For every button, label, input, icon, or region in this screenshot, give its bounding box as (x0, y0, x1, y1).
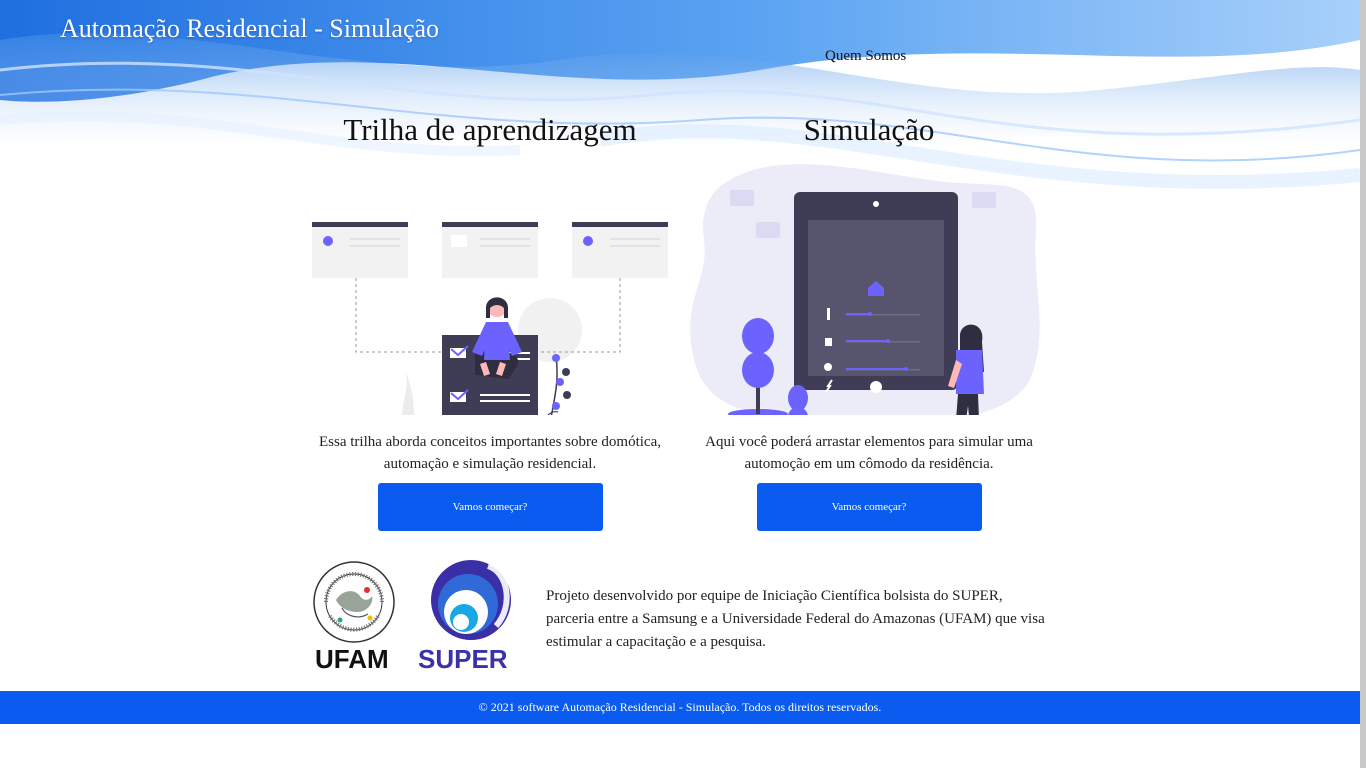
card-title: Trilha de aprendizagem (343, 112, 637, 147)
card-title: Simulação (803, 112, 935, 147)
card-description: Aqui você poderá arrastar elementos para… (705, 434, 1033, 472)
simulation-illustration (690, 164, 1040, 415)
start-simulation-button[interactable]: Vamos começar? (756, 483, 982, 531)
super-wordmark: SUPER (418, 644, 508, 674)
site-title: Automação Residencial - Simulação (60, 14, 440, 43)
ufam-seal-logo (313, 561, 395, 643)
card-description: Essa trilha aborda conceitos importantes… (319, 434, 661, 472)
nav-link-quem-somos[interactable]: Quem Somos (825, 48, 906, 65)
start-learning-path-button[interactable]: Vamos começar? (377, 483, 603, 531)
card-simulation: Simulação Aqui você poderá arrastar elem… (690, 110, 1048, 531)
page-scrollbar[interactable] (1360, 0, 1366, 768)
card-learning-path: Trilha de aprendizagem Essa trilha abord… (310, 110, 670, 531)
project-description: Projeto desenvolvido por equipe de Inici… (546, 588, 1045, 650)
partner-logos: UFAM SUPER (310, 558, 530, 676)
learning-path-illustration (312, 222, 668, 415)
footer: © 2021 software Automação Residencial - … (0, 691, 1360, 724)
super-logo (431, 560, 511, 640)
footer-copyright: © 2021 software Automação Residencial - … (478, 700, 882, 714)
ufam-wordmark: UFAM (315, 644, 389, 674)
